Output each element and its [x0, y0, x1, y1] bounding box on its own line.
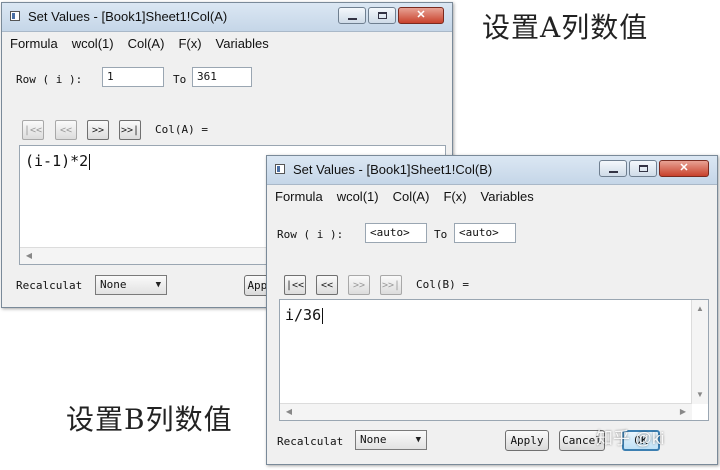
menu-col[interactable]: Col(A) [386, 186, 437, 208]
watermark: 知乎 @ki [596, 429, 665, 448]
menubar: Formula wcol(1) Col(A) F(x) Variables [268, 186, 716, 208]
close-icon: ✕ [679, 162, 689, 174]
titlebar: Set Values - [Book1]Sheet1!Col(B) ✕ [267, 156, 717, 185]
close-button[interactable]: ✕ [398, 7, 444, 24]
column-label: Col(B) = [416, 278, 469, 291]
app-icon [275, 164, 285, 174]
recalculate-select[interactable]: None ▼ [95, 275, 167, 295]
formula-editor[interactable]: i/36 ▲ ▼ ◀ ▶ [279, 299, 709, 421]
close-button[interactable]: ✕ [659, 160, 709, 177]
menu-col[interactable]: Col(A) [121, 33, 172, 55]
menu-formula[interactable]: Formula [268, 186, 330, 208]
scroll-right-icon[interactable]: ▶ [676, 404, 690, 420]
next-column-button[interactable]: >> [87, 120, 109, 140]
scroll-up-icon[interactable]: ▲ [692, 302, 708, 316]
window-title: Set Values - [Book1]Sheet1!Col(B) [293, 162, 493, 177]
column-label: Col(A) = [155, 123, 208, 136]
menu-fx[interactable]: F(x) [436, 186, 473, 208]
set-values-dialog-col-b: Set Values - [Book1]Sheet1!Col(B) ✕ Form… [266, 155, 718, 465]
menu-variables[interactable]: Variables [209, 33, 276, 55]
formula-text: (i-1)*2 [25, 152, 91, 170]
scroll-down-icon[interactable]: ▼ [692, 388, 708, 402]
first-column-button[interactable]: |<< [284, 275, 306, 295]
dropdown-arrow-icon: ▼ [415, 435, 421, 445]
caption-set-col-b: 设置B列数值 [66, 403, 233, 436]
maximize-icon [638, 165, 648, 172]
recalculate-label: Recalculat [16, 279, 83, 292]
text-caret [89, 153, 91, 170]
window-title: Set Values - [Book1]Sheet1!Col(A) [28, 9, 228, 24]
first-column-button[interactable]: |<< [22, 120, 44, 140]
menu-variables[interactable]: Variables [474, 186, 541, 208]
vertical-scrollbar[interactable]: ▲ ▼ [691, 300, 708, 404]
menu-wcol[interactable]: wcol(1) [330, 186, 386, 208]
recalculate-select[interactable]: None ▼ [355, 430, 427, 450]
to-label: To [434, 228, 448, 241]
caption-set-col-a: 设置A列数值 [482, 11, 649, 44]
maximize-button[interactable] [629, 160, 657, 177]
row-label: Row ( i ): [277, 228, 344, 241]
row-from-input[interactable]: 1 [102, 67, 164, 87]
minimize-icon [608, 170, 618, 173]
minimize-button[interactable] [599, 160, 627, 177]
last-column-button[interactable]: >>| [380, 275, 402, 295]
navigation-bar: |<< << >> >>| Col(A) = [22, 120, 322, 142]
recalculate-label: Recalculat [277, 435, 344, 448]
app-icon [10, 11, 20, 21]
next-column-button[interactable]: >> [348, 275, 370, 295]
row-to-input[interactable]: <auto> [454, 223, 516, 243]
menu-fx[interactable]: F(x) [171, 33, 208, 55]
row-from-input[interactable]: <auto> [365, 223, 427, 243]
scroll-left-icon[interactable]: ◀ [22, 248, 36, 264]
previous-column-button[interactable]: << [55, 120, 77, 140]
scroll-left-icon[interactable]: ◀ [282, 404, 296, 420]
horizontal-scrollbar[interactable]: ◀ ▶ [280, 403, 692, 420]
row-label: Row ( i ): [16, 73, 83, 86]
row-to-input[interactable]: 361 [192, 67, 252, 87]
maximize-icon [377, 12, 387, 19]
formula-text: i/36 [285, 306, 324, 324]
menu-wcol[interactable]: wcol(1) [65, 33, 121, 55]
to-label: To [173, 73, 187, 86]
dropdown-arrow-icon: ▼ [155, 280, 161, 290]
close-icon: ✕ [416, 9, 426, 21]
text-caret [322, 307, 324, 324]
titlebar: Set Values - [Book1]Sheet1!Col(A) ✕ [2, 3, 452, 32]
navigation-bar: |<< << >> >>| Col(B) = [284, 275, 584, 297]
menu-formula[interactable]: Formula [3, 33, 65, 55]
minimize-icon [347, 17, 357, 20]
maximize-button[interactable] [368, 7, 396, 24]
apply-button[interactable]: Apply [505, 430, 549, 451]
previous-column-button[interactable]: << [316, 275, 338, 295]
minimize-button[interactable] [338, 7, 366, 24]
menubar: Formula wcol(1) Col(A) F(x) Variables [3, 33, 451, 55]
last-column-button[interactable]: >>| [119, 120, 141, 140]
